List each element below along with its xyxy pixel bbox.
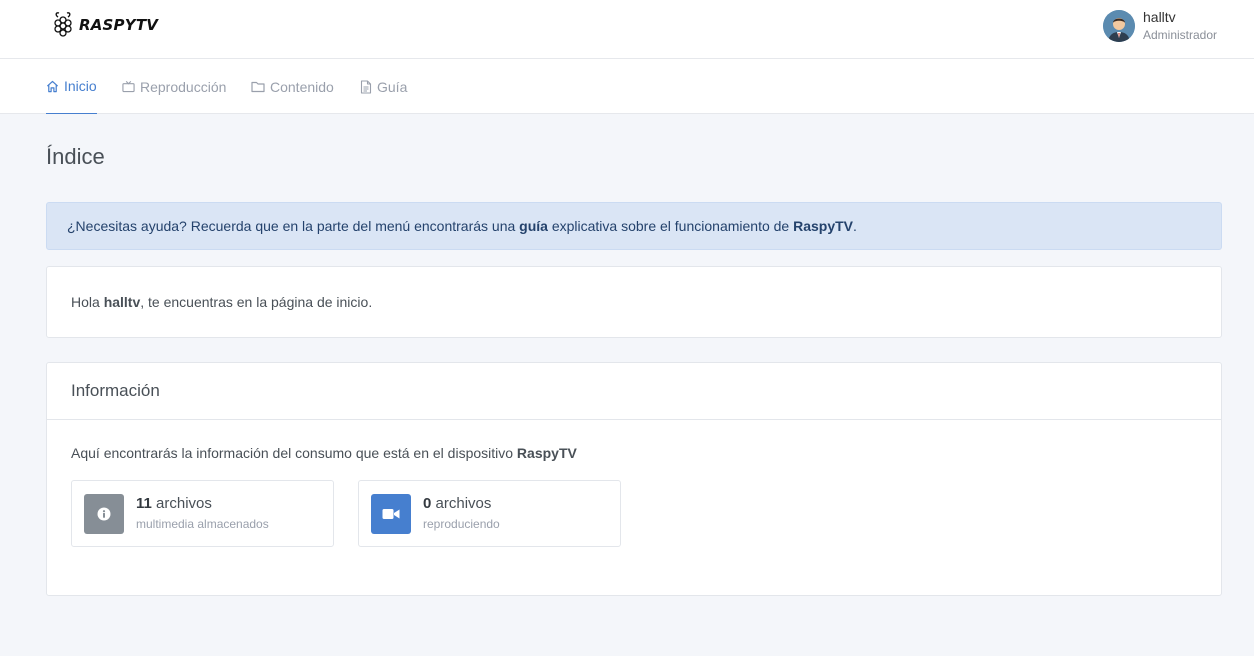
info-description-prefix: Aquí encontrarás la información del cons… bbox=[71, 445, 517, 461]
alert-text-suffix: . bbox=[853, 218, 857, 234]
file-text-icon bbox=[360, 79, 372, 94]
greeting-user: halltv bbox=[103, 294, 141, 310]
main-nav: Inicio Reproducción Contenido Guía bbox=[0, 59, 1254, 114]
user-role: Administrador bbox=[1143, 28, 1218, 42]
tv-icon bbox=[122, 80, 135, 93]
nav-label-inicio: Inicio bbox=[64, 78, 97, 94]
help-alert: ¿Necesitas ayuda? Recuerda que en la par… bbox=[46, 202, 1222, 250]
nav-item-guia[interactable]: Guía bbox=[360, 59, 407, 114]
stat-label: multimedia almacenados bbox=[136, 517, 269, 531]
greeting-suffix: , te encuentras en la página de inicio. bbox=[140, 294, 373, 310]
stat-label: reproduciendo bbox=[423, 517, 500, 531]
user-name: halltv bbox=[1143, 9, 1176, 25]
info-card: Información Aquí encontrarás la informac… bbox=[46, 362, 1222, 596]
brand-name: RASPYTV bbox=[79, 16, 159, 34]
nav-item-reproduccion[interactable]: Reproducción bbox=[122, 59, 226, 114]
stat-count: 11 bbox=[136, 495, 152, 512]
top-header: RASPYTV halltv Administrador bbox=[0, 0, 1254, 59]
stat-unit: archivos bbox=[435, 495, 492, 512]
raspberry-logo-icon bbox=[54, 12, 72, 37]
folder-icon bbox=[251, 81, 265, 93]
alert-text: ¿Necesitas ayuda? Recuerda que en la par… bbox=[67, 218, 857, 234]
user-menu[interactable]: halltv Administrador bbox=[1103, 9, 1217, 43]
nav-label-guia: Guía bbox=[377, 78, 408, 95]
alert-brand-text: RaspyTV bbox=[793, 218, 854, 234]
alert-guide-link-text: guía bbox=[519, 218, 548, 234]
avatar[interactable] bbox=[1103, 10, 1135, 42]
info-description: Aquí encontrarás la información del cons… bbox=[71, 445, 577, 461]
nav-label-reproduccion: Reproducción bbox=[140, 78, 227, 95]
nav-item-inicio[interactable]: Inicio bbox=[46, 59, 97, 114]
page-title: Índice bbox=[46, 144, 105, 169]
greeting-prefix: Hola bbox=[71, 294, 104, 310]
info-card-header: Información bbox=[47, 363, 1221, 420]
info-card-title: Información bbox=[71, 381, 160, 400]
info-description-brand: RaspyTV bbox=[516, 445, 577, 461]
alert-text-prefix: ¿Necesitas ayuda? Recuerda que en la par… bbox=[67, 218, 520, 234]
stat-value: 11 archivos bbox=[136, 495, 212, 512]
user-avatar-icon bbox=[1103, 10, 1135, 42]
video-camera-icon bbox=[382, 509, 400, 519]
info-icon bbox=[97, 507, 111, 521]
nav-label-contenido: Contenido bbox=[270, 78, 334, 95]
greeting-card: Hola halltv, te encuentras en la página … bbox=[46, 266, 1222, 338]
stat-unit: archivos bbox=[156, 495, 212, 512]
stat-card-playing: 0 archivos reproduciendo bbox=[358, 480, 621, 547]
stat-icon-box bbox=[371, 494, 411, 534]
stat-value: 0 archivos bbox=[423, 495, 491, 512]
stat-icon-box bbox=[84, 494, 124, 534]
brand-logo[interactable]: RASPYTV bbox=[52, 11, 158, 39]
home-icon bbox=[46, 80, 59, 92]
alert-text-middle: explicativa sobre el funcionamiento de bbox=[547, 218, 794, 234]
stat-count: 0 bbox=[423, 495, 432, 512]
stat-card-stored-files: 11 archivos multimedia almacenados bbox=[71, 480, 334, 547]
nav-item-contenido[interactable]: Contenido bbox=[251, 59, 334, 114]
